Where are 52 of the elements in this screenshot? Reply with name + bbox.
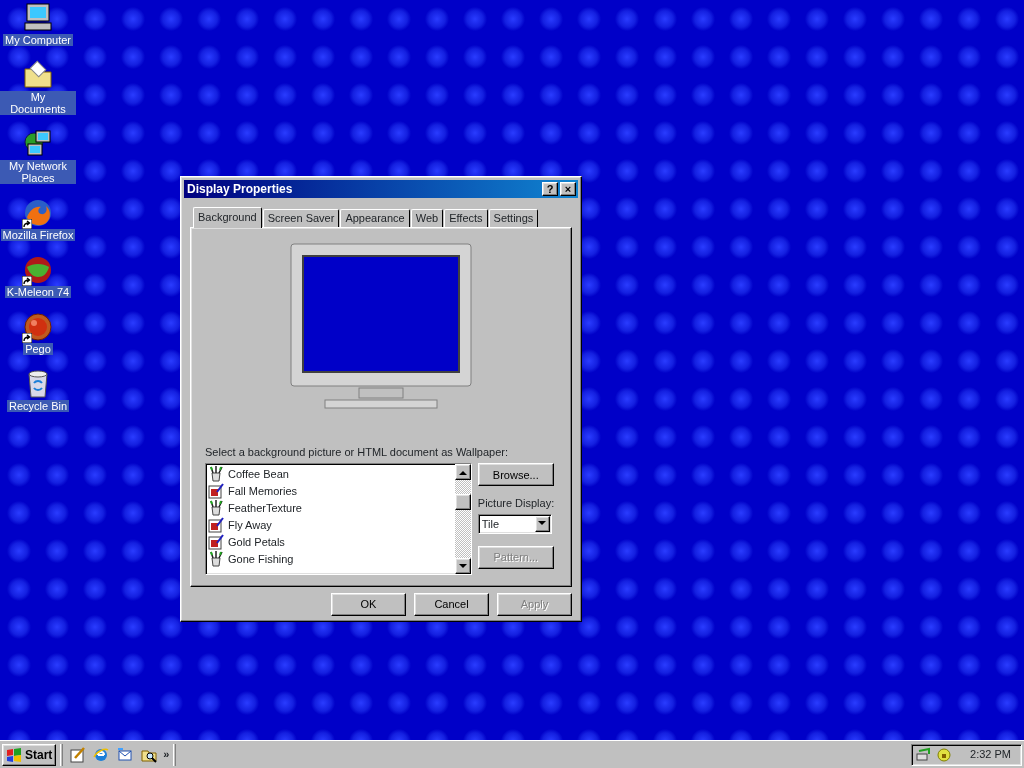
- brush-cup-icon: [208, 465, 224, 482]
- tab[interactable]: Screen Saver: [262, 209, 340, 227]
- shortcut-arrow-icon: [22, 333, 32, 343]
- scroll-thumb[interactable]: [455, 494, 472, 511]
- tab[interactable]: Effects: [444, 209, 488, 227]
- brush-cup-icon: [208, 550, 224, 567]
- brush-cup-icon: [208, 499, 224, 516]
- picture-display-dropdown[interactable]: Tile: [477, 513, 552, 534]
- window-title: Display Properties: [187, 181, 293, 198]
- start-button[interactable]: Start: [2, 743, 57, 766]
- picture-icon: [208, 482, 224, 499]
- globe-fox-icon[interactable]: [22, 197, 54, 229]
- network-cable-icon[interactable]: [916, 746, 933, 763]
- desktop-icon-label[interactable]: My Network Places: [0, 160, 76, 184]
- wallpaper-name[interactable]: Gone Fishing: [227, 550, 295, 567]
- folder-icon[interactable]: [22, 59, 54, 91]
- browse-button[interactable]: Browse...: [477, 463, 554, 487]
- wallpaper-list[interactable]: Coffee Bean Fall Memories FeatherTexture Fly Away Gold Petals Gone Fishing: [205, 463, 473, 576]
- wallpaper-name[interactable]: Fly Away: [227, 516, 273, 533]
- clock[interactable]: 2:32 PM: [970, 746, 1011, 763]
- more-button[interactable]: »: [163, 746, 170, 763]
- wallpaper-name[interactable]: Fall Memories: [227, 482, 299, 499]
- desktop-icon-label[interactable]: K-Meleon 74: [4, 286, 72, 298]
- wallpaper-label: Select a background picture or HTML document as Wallpaper:: [205, 445, 510, 460]
- tab[interactable]: Web: [410, 209, 444, 227]
- tab[interactable]: Settings: [488, 209, 539, 227]
- ball-icon[interactable]: [22, 311, 54, 343]
- e-globe-icon[interactable]: [93, 746, 110, 763]
- dialog-button[interactable]: Cancel: [414, 593, 489, 616]
- close-button[interactable]: ×: [560, 182, 576, 196]
- picture-display-label: Picture Display:: [477, 496, 556, 512]
- scroll-up-arrow-icon[interactable]: [459, 469, 468, 475]
- windows-logo-icon: [6, 746, 22, 763]
- picture-icon: [208, 516, 224, 533]
- tab[interactable]: Background: [193, 207, 262, 228]
- desktop-icon-label[interactable]: Mozilla Firefox: [0, 229, 76, 241]
- dropdown-arrow-icon[interactable]: [538, 521, 547, 527]
- notepad-pencil-icon[interactable]: [69, 746, 86, 763]
- desktop-icon-label[interactable]: Pego: [23, 343, 53, 355]
- help-button[interactable]: ?: [542, 182, 558, 196]
- scroll-down-arrow-icon[interactable]: [459, 563, 468, 569]
- picture-icon: [208, 533, 224, 550]
- dialog-button[interactable]: OK: [331, 593, 406, 616]
- computer-icon[interactable]: [22, 2, 54, 34]
- scrollbar[interactable]: [455, 464, 472, 575]
- desktop-icon-label[interactable]: My Computer: [3, 34, 73, 46]
- tab[interactable]: Appearance: [340, 209, 410, 227]
- wallpaper-name[interactable]: Coffee Bean: [227, 465, 290, 482]
- desktop-icon-label[interactable]: Recycle Bin: [6, 400, 70, 412]
- wallpaper-name[interactable]: FeatherTexture: [227, 499, 303, 516]
- wallpaper-name[interactable]: Gold Petals: [227, 533, 286, 550]
- desktop-icon-label[interactable]: My Documents: [0, 91, 76, 115]
